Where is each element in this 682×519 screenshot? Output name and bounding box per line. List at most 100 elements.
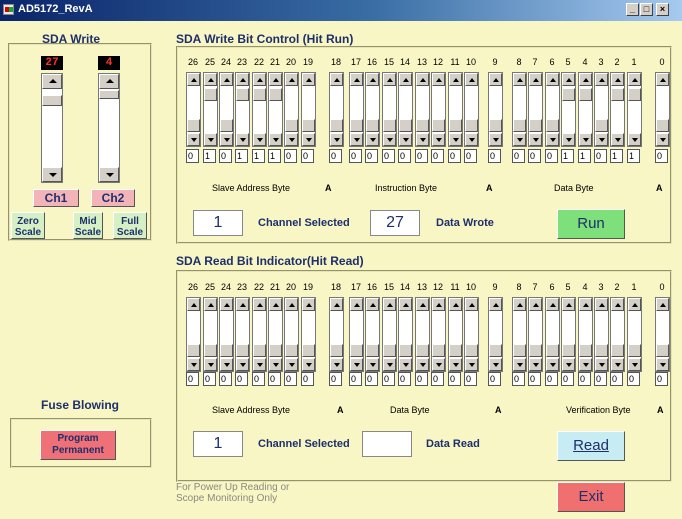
write-bit-slider[interactable] — [365, 72, 380, 147]
write-bit-slider[interactable] — [627, 72, 642, 147]
slider-thumb[interactable] — [42, 95, 62, 106]
slider-up-arrow-icon[interactable] — [253, 298, 266, 311]
slider-down-arrow-icon[interactable] — [579, 133, 592, 146]
write-bit-slider[interactable] — [329, 72, 344, 147]
slider-down-arrow-icon[interactable] — [187, 133, 200, 146]
slider-thumb[interactable] — [302, 344, 315, 357]
read-bit-slider[interactable] — [365, 297, 380, 372]
read-bit-slider[interactable] — [627, 297, 642, 372]
write-bit-slider[interactable] — [252, 72, 267, 147]
slider-up-arrow-icon[interactable] — [220, 298, 233, 311]
write-bit-slider[interactable] — [594, 72, 609, 147]
slider-thumb[interactable] — [204, 344, 217, 357]
write-bit-slider[interactable] — [488, 72, 503, 147]
slider-thumb[interactable] — [416, 119, 429, 132]
slider-down-arrow-icon[interactable] — [253, 133, 266, 146]
read-bit-slider[interactable] — [431, 297, 446, 372]
slider-thumb[interactable] — [656, 344, 669, 357]
slider-thumb[interactable] — [383, 344, 396, 357]
slider-thumb[interactable] — [489, 344, 502, 357]
slider-thumb[interactable] — [236, 344, 249, 357]
slider-thumb[interactable] — [330, 344, 343, 357]
slider-thumb[interactable] — [253, 344, 266, 357]
slider-thumb[interactable] — [285, 344, 298, 357]
slider-up-arrow-icon[interactable] — [656, 298, 669, 311]
slider-down-arrow-icon[interactable] — [236, 358, 249, 371]
mid-scale-button[interactable]: Mid Scale — [73, 212, 103, 239]
slider-down-arrow-icon[interactable] — [253, 358, 266, 371]
slider-thumb[interactable] — [579, 344, 592, 357]
maximize-button[interactable]: □ — [640, 3, 653, 16]
slider-up-arrow-icon[interactable] — [546, 73, 559, 86]
slider-down-arrow-icon[interactable] — [432, 133, 445, 146]
slider-down-arrow-icon[interactable] — [656, 358, 669, 371]
slider-down-arrow-icon[interactable] — [513, 133, 526, 146]
slider-thumb[interactable] — [546, 119, 559, 132]
slider-thumb[interactable] — [465, 344, 478, 357]
slider-thumb[interactable] — [449, 344, 462, 357]
slider-up-arrow-icon[interactable] — [513, 298, 526, 311]
slider-thumb[interactable] — [562, 344, 575, 357]
slider-thumb[interactable] — [350, 344, 363, 357]
read-bit-slider[interactable] — [415, 297, 430, 372]
slider-down-arrow-icon[interactable] — [350, 358, 363, 371]
slider-down-arrow-icon[interactable] — [269, 358, 282, 371]
slider-thumb[interactable] — [595, 344, 608, 357]
slider-down-arrow-icon[interactable] — [546, 133, 559, 146]
ch2-button[interactable]: Ch2 — [91, 189, 135, 207]
slider-down-arrow-icon[interactable] — [383, 133, 396, 146]
read-bit-slider[interactable] — [448, 297, 463, 372]
write-bit-slider[interactable] — [398, 72, 413, 147]
read-bit-slider[interactable] — [528, 297, 543, 372]
slider-thumb[interactable] — [383, 119, 396, 132]
slider-up-arrow-icon[interactable] — [330, 73, 343, 86]
write-bit-slider[interactable] — [561, 72, 576, 147]
slider-up-arrow-icon[interactable] — [99, 74, 119, 89]
slider-down-arrow-icon[interactable] — [489, 358, 502, 371]
write-bit-slider[interactable] — [203, 72, 218, 147]
full-scale-button[interactable]: Full Scale — [113, 212, 147, 239]
ch1-button[interactable]: Ch1 — [33, 189, 79, 207]
slider-thumb[interactable] — [562, 88, 575, 101]
slider-thumb[interactable] — [546, 344, 559, 357]
slider-down-arrow-icon[interactable] — [285, 358, 298, 371]
slider-up-arrow-icon[interactable] — [465, 298, 478, 311]
read-bit-slider[interactable] — [578, 297, 593, 372]
slider-thumb[interactable] — [611, 344, 624, 357]
slider-thumb[interactable] — [628, 88, 641, 101]
read-bit-slider[interactable] — [301, 297, 316, 372]
slider-down-arrow-icon[interactable] — [529, 133, 542, 146]
slider-down-arrow-icon[interactable] — [220, 133, 233, 146]
slider-down-arrow-icon[interactable] — [330, 133, 343, 146]
close-button[interactable]: × — [656, 3, 669, 16]
slider-thumb[interactable] — [628, 344, 641, 357]
slider-down-arrow-icon[interactable] — [302, 133, 315, 146]
slider-down-arrow-icon[interactable] — [449, 133, 462, 146]
slider-thumb[interactable] — [187, 119, 200, 132]
slider-up-arrow-icon[interactable] — [489, 73, 502, 86]
read-bit-slider[interactable] — [561, 297, 576, 372]
slider-thumb[interactable] — [99, 90, 119, 99]
read-bit-slider[interactable] — [235, 297, 250, 372]
read-bit-slider[interactable] — [349, 297, 364, 372]
slider-up-arrow-icon[interactable] — [432, 73, 445, 86]
slider-thumb[interactable] — [187, 344, 200, 357]
slider-up-arrow-icon[interactable] — [366, 298, 379, 311]
slider-up-arrow-icon[interactable] — [579, 298, 592, 311]
write-bit-slider[interactable] — [578, 72, 593, 147]
slider-up-arrow-icon[interactable] — [546, 298, 559, 311]
slider-down-arrow-icon[interactable] — [383, 358, 396, 371]
slider-down-arrow-icon[interactable] — [99, 167, 119, 182]
write-bit-slider[interactable] — [301, 72, 316, 147]
slider-up-arrow-icon[interactable] — [285, 73, 298, 86]
slider-up-arrow-icon[interactable] — [579, 73, 592, 86]
write-bit-slider[interactable] — [545, 72, 560, 147]
slider-thumb[interactable] — [513, 344, 526, 357]
slider-up-arrow-icon[interactable] — [204, 298, 217, 311]
slider-down-arrow-icon[interactable] — [236, 133, 249, 146]
write-bit-slider[interactable] — [349, 72, 364, 147]
slider-thumb[interactable] — [399, 119, 412, 132]
slider-down-arrow-icon[interactable] — [465, 133, 478, 146]
program-permanent-button[interactable]: Program Permanent — [40, 430, 116, 460]
slider-thumb[interactable] — [204, 88, 217, 101]
